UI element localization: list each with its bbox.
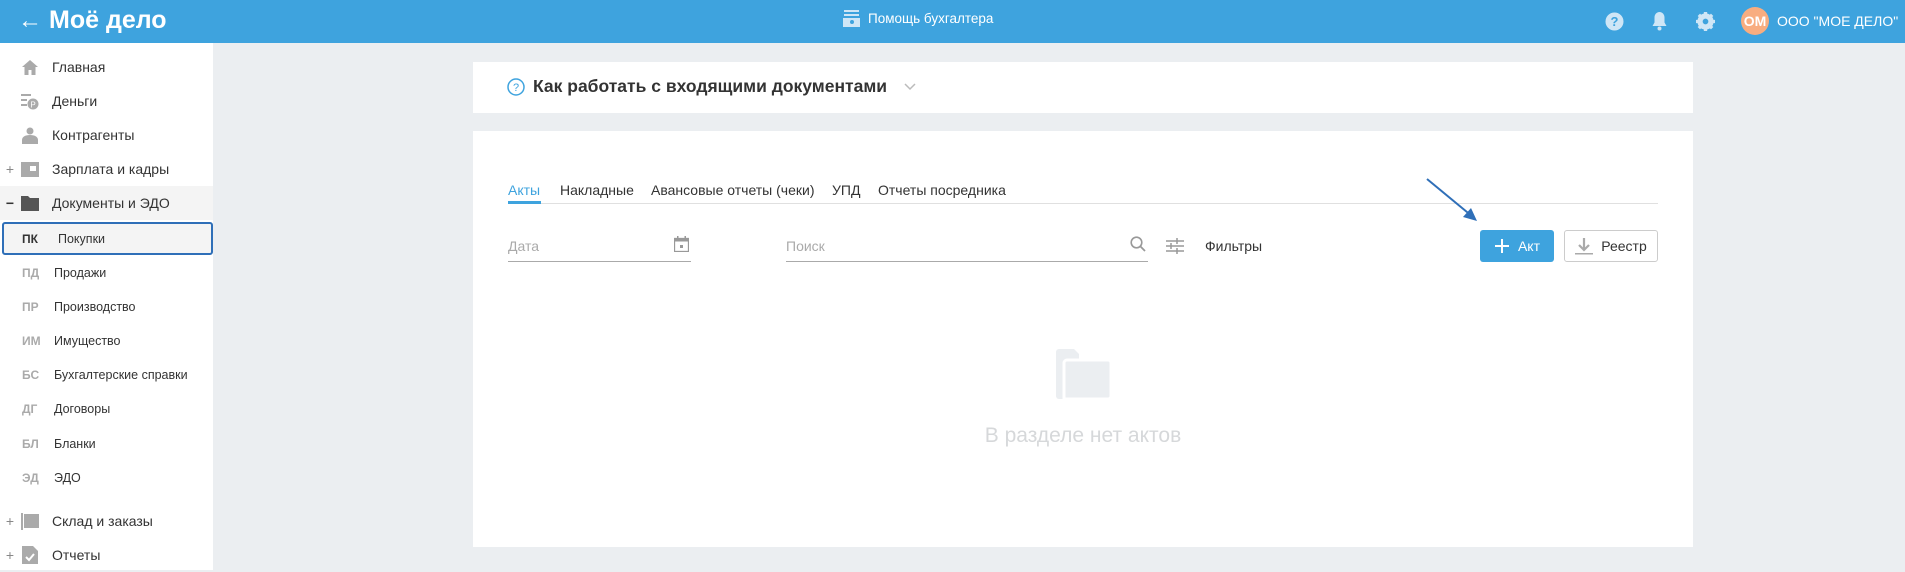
add-act-button[interactable]: Акт xyxy=(1480,230,1554,262)
sidebar-subitem-references[interactable]: БС Бухгалтерские справки xyxy=(0,358,213,392)
filters-button[interactable]: Фильтры xyxy=(1205,238,1262,254)
active-tab-indicator xyxy=(508,201,541,204)
sidebar-subitem-purchases[interactable]: ПК Покупки xyxy=(2,222,213,255)
pointer-arrow-annotation xyxy=(1426,178,1477,221)
empty-folder-icon xyxy=(1056,349,1111,399)
filter-sliders-icon[interactable] xyxy=(1166,238,1184,254)
svg-text:?: ? xyxy=(1611,14,1619,29)
money-icon: P xyxy=(20,92,40,110)
tab-advance-reports[interactable]: Авансовые отчеты (чеки) xyxy=(651,182,814,198)
company-name[interactable]: ООО "МОЕ ДЕЛО" xyxy=(1777,13,1898,29)
date-field[interactable]: Дата xyxy=(508,236,691,262)
home-icon xyxy=(20,58,40,76)
tab-upd[interactable]: УПД xyxy=(832,182,860,198)
sidebar-subitem-sales[interactable]: ПД Продажи xyxy=(0,256,213,290)
question-circle-icon: ? xyxy=(507,77,525,96)
help-card-toggle[interactable]: ? Как работать с входящими документами xyxy=(507,76,917,97)
search-icon[interactable] xyxy=(1130,236,1146,252)
report-icon xyxy=(20,546,40,564)
tab-waybills[interactable]: Накладные xyxy=(560,182,634,198)
sidebar-subitem-edo[interactable]: ЭД ЭДО xyxy=(0,461,213,495)
warehouse-icon xyxy=(20,512,40,530)
download-icon xyxy=(1575,238,1594,255)
bell-icon[interactable] xyxy=(1651,11,1668,31)
registry-button[interactable]: Реестр xyxy=(1564,230,1658,262)
svg-text:?: ? xyxy=(513,82,519,94)
wallet-icon xyxy=(20,160,40,178)
sidebar-item-warehouse[interactable]: + Склад и заказы xyxy=(0,504,213,538)
help-icon[interactable]: ? xyxy=(1605,12,1624,31)
sidebar-subitem-forms[interactable]: БЛ Бланки xyxy=(0,427,213,461)
sidebar-subitem-property[interactable]: ИМ Имущество xyxy=(0,324,213,358)
helper-icon xyxy=(843,10,860,27)
plus-icon xyxy=(1494,239,1509,253)
tab-agent-reports[interactable]: Отчеты посредника xyxy=(878,182,1006,198)
sidebar-item-documents[interactable]: − Документы и ЭДО xyxy=(0,186,213,220)
help-card: ? Как работать с входящими документами xyxy=(473,62,1693,113)
tab-acts[interactable]: Акты xyxy=(508,182,540,198)
back-arrow-icon[interactable]: ← xyxy=(18,7,42,35)
sidebar-item-money[interactable]: P Деньги xyxy=(0,84,213,118)
calendar-icon[interactable] xyxy=(674,236,689,252)
contractor-icon xyxy=(20,126,40,144)
helper-link[interactable]: Помощь бухгалтера xyxy=(843,10,993,27)
logo[interactable]: Моё дело xyxy=(49,6,167,35)
sidebar-item-reports[interactable]: + Отчеты xyxy=(0,538,213,572)
search-input[interactable]: Поиск xyxy=(786,236,1148,262)
folder-icon xyxy=(20,194,40,212)
empty-state-text: В разделе нет актов xyxy=(984,424,1182,447)
tabs-divider xyxy=(508,203,1658,204)
gear-icon[interactable] xyxy=(1696,12,1715,31)
top-header: ← Моё дело Помощь бухгалтера ? ОМ ООО "М… xyxy=(0,0,1905,43)
sidebar-item-salary[interactable]: + Зарплата и кадры xyxy=(0,152,213,186)
sidebar-item-home[interactable]: Главная xyxy=(0,50,213,84)
avatar[interactable]: ОМ xyxy=(1741,7,1769,35)
sidebar-subitem-production[interactable]: ПР Производство xyxy=(0,290,213,324)
sidebar-item-contractors[interactable]: Контрагенты xyxy=(0,118,213,152)
chevron-down-icon xyxy=(904,82,916,90)
sidebar: Главная P Деньги Контрагенты + Зарплата и … xyxy=(0,43,213,570)
sidebar-subitem-contracts[interactable]: ДГ Договоры xyxy=(0,392,213,426)
svg-text:P: P xyxy=(30,100,35,109)
